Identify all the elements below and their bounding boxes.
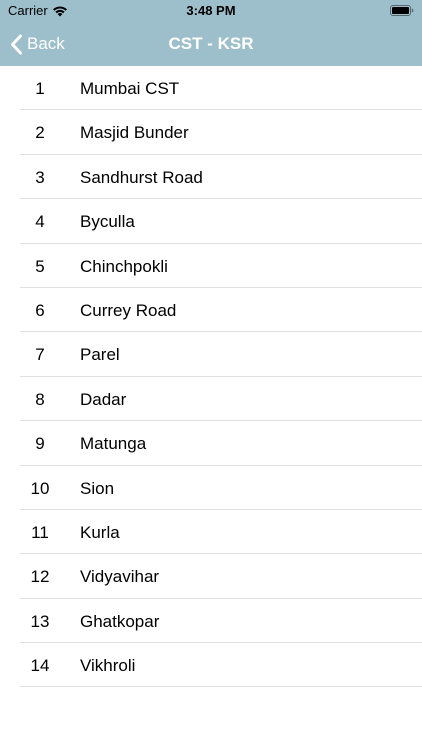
battery-icon xyxy=(390,5,414,16)
station-list: 1 Mumbai CST 2 Masjid Bunder 3 Sandhurst Road… xyxy=(0,66,422,688)
station-number: 5 xyxy=(35,256,45,276)
station-name: Sandhurst Road xyxy=(80,167,203,187)
station-name: Mumbai CST xyxy=(80,79,180,98)
station-number: 7 xyxy=(35,345,45,365)
header: Carrier 3:48 PM Back CST - KSR xyxy=(0,0,422,66)
station-name: Vidyavihar xyxy=(80,567,160,587)
station-row[interactable]: 1 Mumbai CST xyxy=(0,66,422,111)
station-name: Dadar xyxy=(80,389,127,409)
station-number: 6 xyxy=(35,300,45,320)
station-row[interactable]: 4 Byculla xyxy=(0,199,422,244)
station-row[interactable]: 5 Chinchpokli xyxy=(0,244,422,289)
station-name: Vikhroli xyxy=(80,656,136,676)
station-number: 4 xyxy=(35,212,45,232)
station-name: Kurla xyxy=(80,522,120,542)
station-name: Matunga xyxy=(80,434,147,454)
screen: Carrier 3:48 PM Back CST - KSR 1 Mumbai … xyxy=(0,0,422,750)
station-number: 8 xyxy=(35,389,45,409)
station-number: 14 xyxy=(30,656,50,676)
station-number: 12 xyxy=(30,567,50,587)
station-row[interactable]: 11 Kurla xyxy=(0,510,422,555)
page-title: CST - KSR xyxy=(168,34,254,53)
station-row[interactable]: 2 Masjid Bunder xyxy=(0,110,422,156)
station-number: 9 xyxy=(35,434,45,454)
status-time: 3:48 PM xyxy=(186,3,236,18)
navigation-bar: Back CST - KSR xyxy=(0,22,422,66)
station-row[interactable]: 12 Vidyavihar xyxy=(0,554,422,600)
station-row[interactable]: 13 Ghatkopar xyxy=(0,599,422,644)
station-row[interactable]: 10 Sion xyxy=(0,466,422,511)
station-row[interactable]: 6 Currey Road xyxy=(0,288,422,333)
station-number: 1 xyxy=(35,79,45,98)
station-name: Byculla xyxy=(80,212,135,232)
station-name: Currey Road xyxy=(80,300,177,320)
station-number: 3 xyxy=(35,167,45,187)
status-bar: Carrier 3:48 PM xyxy=(0,0,422,22)
station-row[interactable]: 14 Vikhroli xyxy=(0,643,422,688)
station-number: 10 xyxy=(30,478,50,498)
station-row[interactable]: 8 Dadar xyxy=(0,377,422,422)
station-name: Parel xyxy=(80,345,120,365)
station-row[interactable]: 7 Parel xyxy=(0,332,422,378)
station-name: Masjid Bunder xyxy=(80,123,189,143)
station-row[interactable]: 9 Matunga xyxy=(0,421,422,466)
station-name: Chinchpokli xyxy=(80,256,168,276)
station-number: 11 xyxy=(31,522,49,542)
station-name: Sion xyxy=(80,478,115,498)
station-name: Ghatkopar xyxy=(80,611,160,631)
station-row[interactable]: 3 Sandhurst Road xyxy=(0,155,422,200)
station-number: 13 xyxy=(30,611,50,631)
station-number: 2 xyxy=(35,123,45,143)
